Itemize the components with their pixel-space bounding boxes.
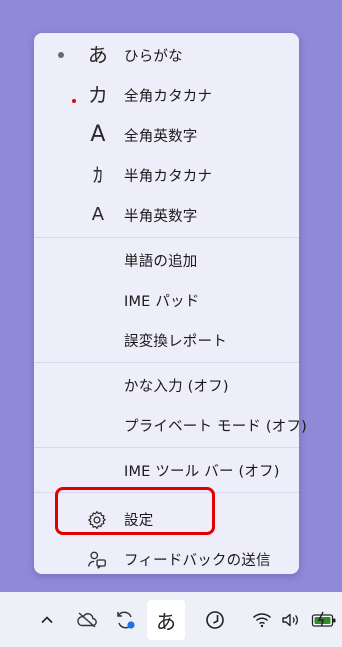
menu-item-label: かな入力 (オフ): [124, 378, 229, 395]
ime-context-menu: あ ひらがな カ 全角カタカナ A 全角英数字 ｶ 半角カタカナ A 半角英数字…: [34, 33, 307, 574]
menu-item-label: 半角英数字: [124, 208, 198, 225]
menu-item-ime-toolbar[interactable]: IME ツール バー (オフ): [34, 450, 299, 490]
menu-divider: [34, 362, 299, 363]
menu-divider: [34, 447, 299, 448]
onedrive-tray-button[interactable]: [74, 600, 100, 640]
menu-item-fullwidth-alphanumeric[interactable]: A 全角英数字: [34, 115, 299, 155]
clock-icon: [206, 611, 224, 629]
halfwidth-a-glyph-icon: A: [91, 204, 105, 225]
menu-item-label: ひらがな: [124, 48, 183, 65]
menu-item-label: IME パッド: [124, 293, 200, 310]
sync-tray-button[interactable]: [112, 600, 138, 640]
hiragana-glyph-icon: あ: [87, 43, 109, 67]
menu-divider: [34, 492, 299, 493]
battery-icon: [311, 611, 336, 627]
chevron-up-icon: [41, 616, 53, 624]
menu-item-send-feedback[interactable]: フィードバックの送信: [34, 539, 299, 579]
menu-item-label: 単語の追加: [124, 253, 198, 270]
volume-button[interactable]: [280, 600, 302, 640]
menu-item-hiragana[interactable]: あ ひらがな: [34, 35, 299, 75]
cursor-dot-icon: [72, 99, 76, 103]
menu-item-halfwidth-alphanumeric[interactable]: A 半角英数字: [34, 195, 299, 235]
menu-item-label: 誤変換レポート: [124, 333, 227, 350]
ime-mode-label: あ: [156, 609, 176, 634]
feedback-icon: [88, 551, 106, 569]
network-button[interactable]: [250, 600, 274, 640]
menu-item-add-word[interactable]: 単語の追加: [34, 240, 299, 280]
menu-item-label: 全角カタカナ: [124, 88, 213, 105]
show-hidden-icons-button[interactable]: [36, 600, 58, 640]
menu-item-label: 全角英数字: [124, 128, 198, 145]
ime-indicator-button[interactable]: あ: [147, 600, 185, 640]
menu-divider: [34, 237, 299, 238]
menu-item-ime-pad[interactable]: IME パッド: [34, 280, 299, 320]
menu-item-halfwidth-katakana[interactable]: ｶ 半角カタカナ: [34, 155, 299, 195]
halfwidth-katakana-glyph-icon: ｶ: [92, 163, 104, 187]
battery-button[interactable]: [310, 600, 338, 640]
selected-bullet-icon: [58, 52, 64, 58]
menu-item-conversion-report[interactable]: 誤変換レポート: [34, 320, 299, 360]
volume-icon: [282, 613, 298, 627]
clock-tray-button[interactable]: [202, 600, 228, 640]
wifi-icon: [252, 613, 272, 628]
menu-item-label: フィードバックの送信: [124, 552, 271, 569]
menu-item-kana-input[interactable]: かな入力 (オフ): [34, 365, 299, 405]
cloud-off-icon: [77, 612, 97, 628]
menu-item-label: 設定: [124, 512, 154, 529]
menu-item-label: 半角カタカナ: [124, 168, 213, 185]
taskbar: あ: [0, 592, 342, 647]
menu-item-label: IME ツール バー (オフ): [124, 463, 280, 480]
katakana-glyph-icon: カ: [87, 83, 109, 107]
menu-item-fullwidth-katakana[interactable]: カ 全角カタカナ: [34, 75, 299, 115]
menu-item-private-mode[interactable]: プライベート モード (オフ): [34, 405, 307, 445]
menu-item-settings[interactable]: 設定: [34, 499, 299, 539]
menu-item-label: プライベート モード (オフ): [124, 418, 308, 435]
sync-icon: [117, 611, 135, 629]
gear-icon: [88, 510, 106, 530]
fullwidth-a-glyph-icon: A: [90, 122, 106, 147]
